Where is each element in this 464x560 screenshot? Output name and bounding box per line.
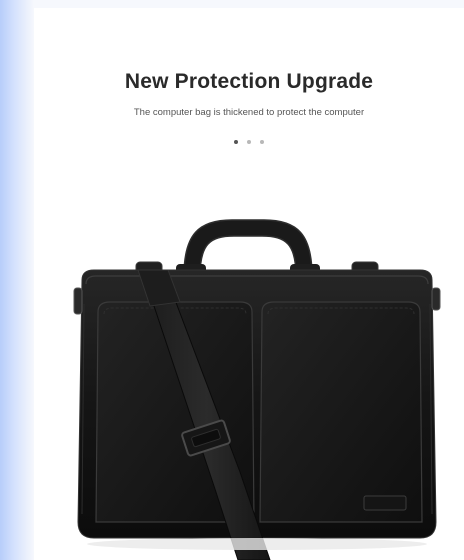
carousel-dot-3[interactable] <box>260 140 264 144</box>
promo-title: New Protection Upgrade <box>124 70 374 93</box>
promo-subtitle: The computer bag is thickened to protect… <box>133 107 365 118</box>
product-image <box>73 219 441 560</box>
carousel-dot-2[interactable] <box>247 140 251 144</box>
promo-card: New Protection Upgrade The computer bag … <box>34 8 464 560</box>
carousel-dot-1[interactable] <box>234 140 238 144</box>
brand-patch <box>363 495 407 511</box>
front-pocket-right <box>259 301 423 523</box>
carousel-indicator <box>34 140 464 146</box>
